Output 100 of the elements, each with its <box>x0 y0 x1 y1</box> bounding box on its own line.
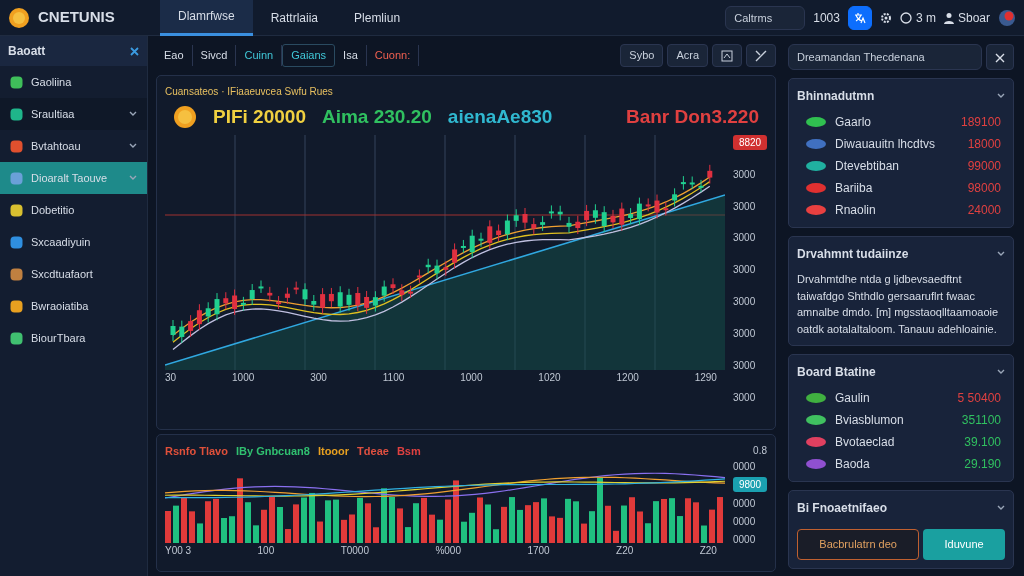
close-icon <box>995 52 1005 63</box>
translate-icon <box>853 11 866 24</box>
sidebar-item[interactable]: Sraultiaa <box>0 98 147 130</box>
user-icon <box>943 11 954 24</box>
axis-label: Z20 <box>699 544 717 558</box>
legend-label: Itooor <box>317 443 350 459</box>
sidebar-item[interactable]: Bvtahtoau <box>0 130 147 162</box>
close-button[interactable] <box>986 44 1014 70</box>
axis-label: 0000 <box>733 514 757 529</box>
chart-tab[interactable]: Isa <box>335 45 367 66</box>
legend-label: Tdeae <box>357 443 389 459</box>
axis-label: 3000 <box>733 167 757 182</box>
translate-button[interactable] <box>847 5 872 30</box>
sidebar-item[interactable]: BiourTbara <box>0 322 147 354</box>
sidebar-item[interactable]: Dobetitio <box>0 194 147 226</box>
coin-icon <box>173 104 197 129</box>
list-item-value: 5 50400 <box>957 390 1002 407</box>
sidebar-item[interactable]: Sxcdtuafaort <box>0 258 147 290</box>
list-item-name: Bviasblumon <box>835 412 904 429</box>
axis-label: 0000 <box>733 496 757 511</box>
list-item-name: Gaarlo <box>835 114 872 131</box>
chart-icon <box>721 50 733 63</box>
search-field[interactable]: Caltrms <box>725 5 806 30</box>
card-title: Bhinnadutmn <box>797 88 875 105</box>
legend-label: Rsnfo Tlavo <box>165 443 228 459</box>
nav-tab[interactable]: Dlamrfwse <box>160 0 253 36</box>
list-item-value: 189100 <box>960 114 1002 131</box>
axis-label: 300 <box>310 371 327 385</box>
list-item-name: Gaulin <box>835 390 870 407</box>
user-name[interactable]: Sboar <box>957 8 990 27</box>
symbol-price: PIFi 20000 <box>213 104 306 129</box>
price-tag: 9800 <box>733 477 767 493</box>
circle-icon <box>899 11 912 24</box>
description-text: Drvahmtdhe ntda g ljdbevsaedftnt taiwafdgo Shthdlo gersaaruflrt fwaac amnalbe dmdo. [m] mgsstaoqlltaamoaoie oatdk aotalaltaloom. Tanauu adehloainie. <box>797 272 1000 337</box>
nav-tab[interactable]: Rattrlaiia <box>252 0 337 36</box>
chart-subtitle: Cuansateos · IFiaaeuvcea Swfu Rues <box>165 84 334 99</box>
price-stat: aienaAe830 <box>447 104 553 129</box>
axis-label: 3000 <box>733 295 757 310</box>
side-search-field[interactable]: Dreamandan Thecdenana <box>788 44 982 70</box>
avatar-icon <box>998 8 1016 27</box>
axis-label: T0000 <box>340 544 369 558</box>
chevron-down-icon <box>997 505 1005 511</box>
action-button[interactable]: Bacbrulatrn deo <box>797 529 920 560</box>
chevron-down-icon <box>997 369 1005 375</box>
axis-label: 1200 <box>616 371 639 385</box>
close-button[interactable] <box>130 46 139 56</box>
list-item-name: Baoda <box>835 456 870 473</box>
toolbar-button[interactable]: Acra <box>667 44 708 67</box>
list-item-value: 29.190 <box>964 456 1002 473</box>
axis-label: 1100 <box>382 371 405 385</box>
list-item-value: 39.100 <box>964 434 1002 451</box>
sidebar-item[interactable]: Gaoliina <box>0 66 147 98</box>
close-icon <box>130 46 139 56</box>
axis-label: 1000 <box>460 371 483 385</box>
card-title: Bi Fnoaetnifaeo <box>797 500 887 517</box>
chart-tab[interactable]: Eao <box>156 45 193 66</box>
axis-label: 3000 <box>733 231 757 246</box>
sidebar-item[interactable]: Sxcaadiyuin <box>0 226 147 258</box>
chart-tab[interactable]: Cuonn: <box>366 45 420 66</box>
nav-tab[interactable]: Plemliun <box>336 0 419 36</box>
price-stat: Banr Don3.220 <box>625 104 759 129</box>
shortcut-text: 1003 <box>813 9 840 27</box>
logo-text: CNETUNIS <box>38 7 115 28</box>
axis-label: 3000 <box>733 199 757 214</box>
chart-tab[interactable]: Cuinn <box>236 45 283 66</box>
axis-label: 3000 <box>733 326 757 341</box>
list-item-name: Rnaolin <box>835 202 876 219</box>
legend-label: Bsm <box>396 443 421 459</box>
axis-label: 0000 <box>733 460 757 474</box>
list-item-value: 99000 <box>967 158 1002 175</box>
sidebar-title: Baoatt <box>8 43 46 60</box>
axis-label: 3000 <box>733 358 757 373</box>
axis-label: 30 <box>165 371 177 385</box>
toolbar-icon-button[interactable] <box>712 44 742 67</box>
axis-label: 1000 <box>232 371 255 385</box>
axis-label: %000 <box>435 544 461 558</box>
axis-label: Z20 <box>616 544 634 558</box>
chart-tab[interactable]: Sivcd <box>192 45 237 66</box>
sidebar-item[interactable]: Bwraoiatiba <box>0 290 147 322</box>
gear-icon <box>879 11 892 24</box>
list-item-name: Diwauauitn lhcdtvs <box>835 136 936 153</box>
list-item-value: 18000 <box>967 136 1002 153</box>
price-stat: Aima 230.20 <box>321 104 432 129</box>
axis-label: 100 <box>257 544 275 558</box>
list-item-name: Bariiba <box>835 180 873 197</box>
chevron-down-icon <box>997 251 1005 257</box>
list-item-name: Bvotaeclad <box>835 434 895 451</box>
count-text: 3 m <box>915 9 936 27</box>
list-item-name: Dtevebtiban <box>835 158 900 175</box>
legend-label: IBy Gnbcuan8 <box>235 443 310 459</box>
axis-label: 3000 <box>733 263 757 278</box>
price-tag: 8820 <box>733 135 767 150</box>
chart-tab[interactable]: Gaians <box>282 44 336 67</box>
toolbar-icon-button[interactable] <box>746 44 776 67</box>
axis-label: 3000 <box>733 390 757 405</box>
card-title: Board Btatine <box>797 364 876 381</box>
draw-icon <box>755 50 767 63</box>
axis-label: 1020 <box>538 371 561 385</box>
axis-label: Y00 3 <box>165 544 192 558</box>
toolbar-button[interactable]: Sybo <box>620 44 664 67</box>
